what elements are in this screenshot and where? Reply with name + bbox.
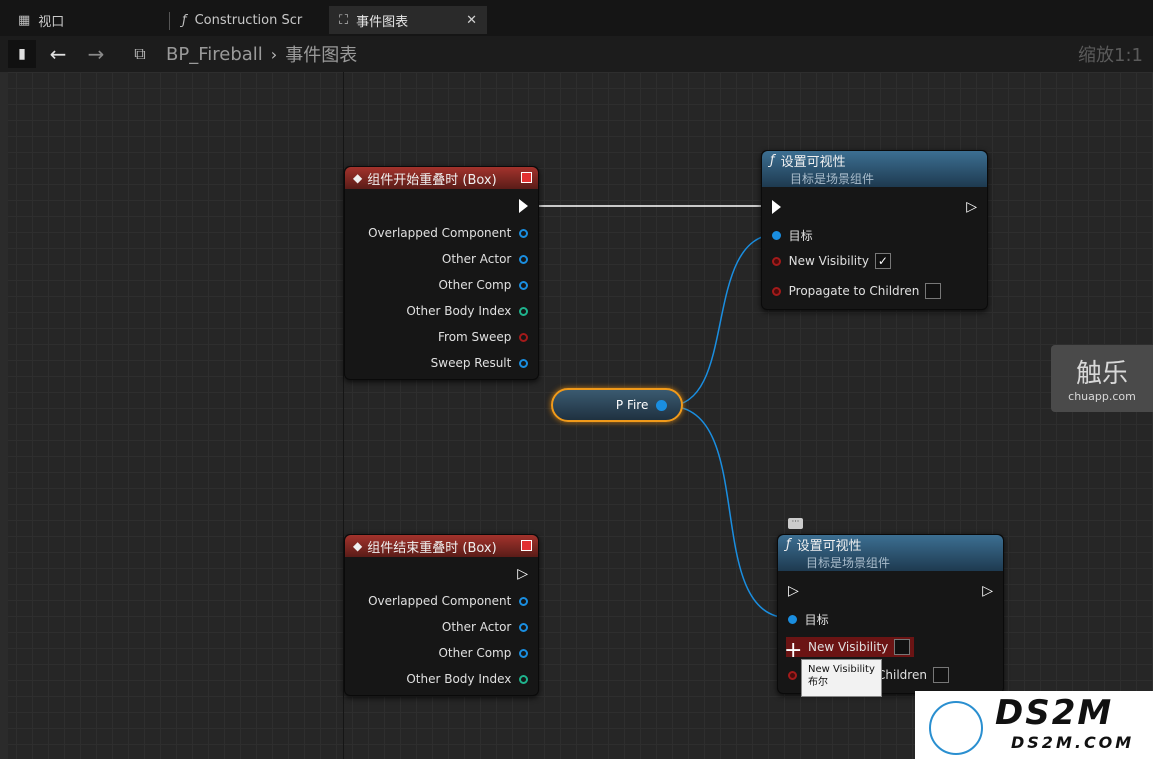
propagate-checkbox[interactable] (932, 667, 949, 683)
pin-row[interactable]: Other Actor (442, 252, 528, 266)
node-header: ◆ 组件结束重叠时 (Box) (345, 535, 538, 557)
exec-out-pin[interactable]: ▷ (517, 566, 528, 582)
pin-row[interactable]: Other Body Index (406, 672, 528, 686)
new-visibility-checkbox[interactable]: ✓ (874, 253, 891, 269)
event-diamond-icon: ◆ (353, 171, 363, 185)
comment-bubble-icon[interactable]: ··· (788, 518, 803, 529)
object-pin-icon[interactable] (519, 648, 528, 658)
exec-out-pin[interactable]: ▷ (982, 583, 993, 599)
exec-out-pin[interactable] (519, 199, 528, 213)
bool-pin-icon[interactable] (772, 286, 781, 296)
ds2m-watermark: DS2M DS2M.COM (915, 691, 1153, 759)
int-pin-icon[interactable] (519, 674, 528, 684)
exec-pin-icon: ▷ (517, 566, 528, 582)
pin-row[interactable]: Overlapped Component (368, 226, 528, 240)
object-pin-icon[interactable] (656, 399, 667, 411)
pin-tooltip: New Visibility 布尔 (801, 659, 882, 697)
exec-in-pin[interactable]: ▷ (788, 583, 799, 599)
object-wire-2 (667, 405, 791, 619)
node-header: ƒ 设置可视性 目标是场景组件 (778, 535, 1003, 571)
exec-out-pin[interactable]: ▷ (966, 199, 977, 215)
new-visibility-pin-row[interactable]: New Visibility (786, 637, 915, 657)
pin-row[interactable]: Other Actor (442, 620, 528, 634)
bool-pin-icon[interactable] (772, 256, 781, 266)
exec-pin-icon: ▷ (982, 583, 993, 599)
struct-pin-icon[interactable] (519, 358, 528, 368)
chuapp-watermark: 触乐 chuapp.com (1051, 345, 1153, 412)
target-pin-row[interactable]: 目标 (788, 611, 829, 628)
exec-pin-icon (772, 200, 781, 214)
chuapp-logo: 触乐 (1075, 359, 1128, 389)
exec-in-pin[interactable] (772, 200, 781, 214)
begin-overlap-node[interactable]: ◆ 组件开始重叠时 (Box) Overlapped Component Oth… (344, 166, 539, 380)
pin-row[interactable]: Other Body Index (406, 304, 528, 318)
propagate-pin-row[interactable]: Propagate to Children (772, 283, 942, 299)
target-pin-row[interactable]: 目标 (772, 227, 813, 244)
exec-pin-icon: ▷ (788, 583, 799, 599)
node-header: ◆ 组件开始重叠时 (Box) (345, 167, 538, 189)
bool-pin-icon[interactable] (788, 670, 797, 680)
new-visibility-checkbox[interactable] (894, 639, 911, 655)
node-header: ƒ 设置可视性 目标是场景组件 (762, 151, 987, 187)
propagate-checkbox[interactable] (925, 283, 942, 299)
exec-pin-icon (519, 199, 528, 213)
new-visibility-pin-row[interactable]: New Visibility ✓ (772, 253, 891, 269)
pin-row[interactable]: From Sweep (438, 330, 528, 344)
pin-row[interactable]: Sweep Result (431, 356, 528, 370)
pin-row[interactable]: Overlapped Component (368, 594, 528, 608)
int-pin-icon[interactable] (519, 306, 528, 316)
object-pin-icon[interactable] (519, 280, 528, 290)
pin-row[interactable]: Other Comp (438, 278, 528, 292)
delegate-pin[interactable] (521, 540, 532, 551)
bool-pin-icon[interactable] (519, 332, 528, 342)
object-pin-icon[interactable] (519, 254, 528, 264)
function-icon: ƒ (770, 153, 775, 168)
end-overlap-node[interactable]: ◆ 组件结束重叠时 (Box) ▷ Overlapped Component O… (344, 534, 539, 696)
function-icon: ƒ (786, 537, 791, 552)
object-pin-icon[interactable] (772, 231, 781, 240)
pfire-variable-node[interactable]: P Fire (551, 388, 683, 422)
crosshair-cursor-icon: + (784, 638, 803, 663)
pin-row[interactable]: Other Comp (438, 646, 528, 660)
object-pin-icon[interactable] (519, 228, 528, 238)
event-diamond-icon: ◆ (353, 539, 363, 553)
object-pin-icon[interactable] (519, 622, 528, 632)
delegate-pin[interactable] (521, 172, 532, 183)
set-visibility-node-1[interactable]: ƒ 设置可视性 目标是场景组件 ▷ 目标 New Visibility ✓ Prop… (761, 150, 988, 310)
atom-logo-icon (929, 701, 983, 755)
object-pin-icon[interactable] (788, 615, 797, 624)
object-pin-icon[interactable] (519, 596, 528, 606)
